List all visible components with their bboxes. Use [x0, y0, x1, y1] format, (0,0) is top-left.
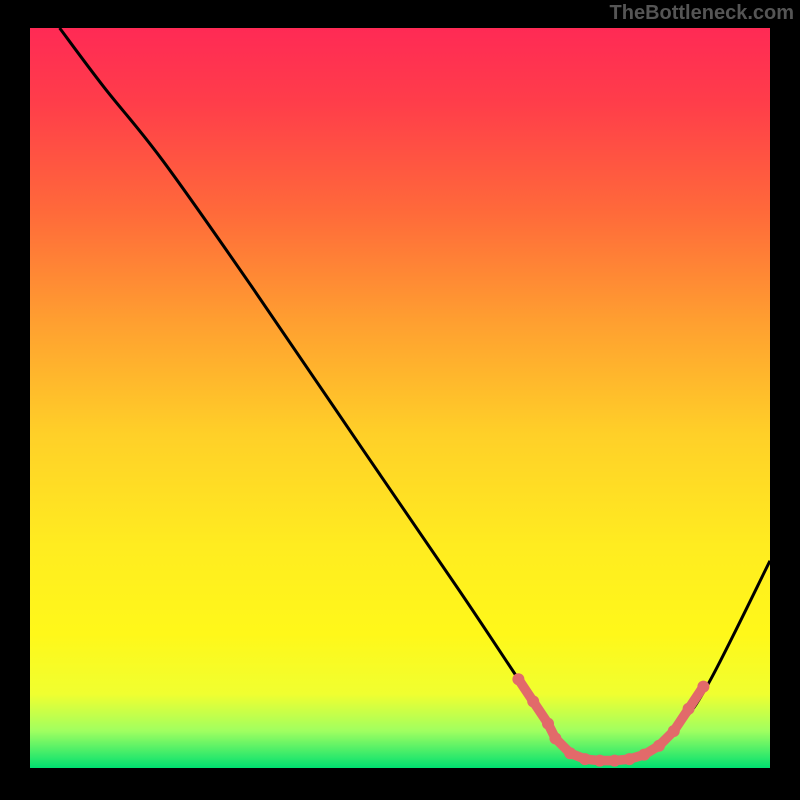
gradient-background	[30, 28, 770, 768]
watermark-text: TheBottleneck.com	[610, 2, 794, 25]
chart-container: TheBottleneck.com	[0, 0, 800, 800]
plot-area	[30, 28, 770, 768]
chart-svg	[30, 28, 770, 768]
